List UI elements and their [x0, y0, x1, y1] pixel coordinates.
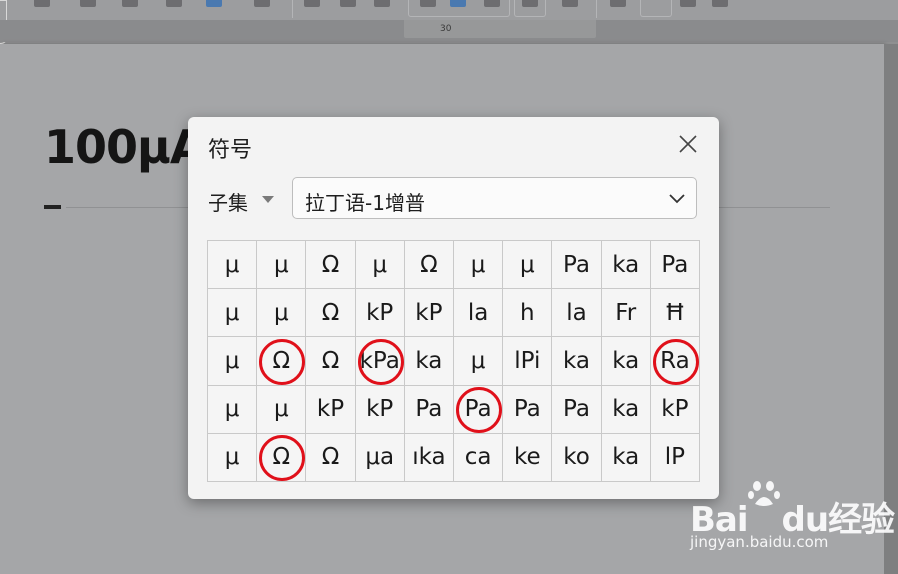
symbol-cell[interactable]: ka: [601, 433, 650, 481]
toolbar-separator: [596, 0, 597, 18]
pen-icon[interactable]: [522, 0, 538, 7]
symbol-cell[interactable]: ke: [503, 433, 552, 481]
symbol-cell[interactable]: lP: [650, 433, 699, 481]
symbol-cell[interactable]: μ: [208, 337, 257, 385]
dialog-title: 符号: [208, 138, 253, 163]
toolbar-icon[interactable]: [374, 0, 390, 7]
symbol-cell[interactable]: ka: [404, 337, 453, 385]
symbol-cell[interactable]: ka: [552, 337, 601, 385]
symbol-cell[interactable]: μ: [454, 241, 503, 289]
subset-label: 子集: [208, 191, 248, 215]
symbol-cell[interactable]: kP: [650, 385, 699, 433]
symbol-cell[interactable]: μa: [355, 433, 404, 481]
symbol-cell[interactable]: ka: [601, 337, 650, 385]
symbol-cell[interactable]: Ω: [306, 241, 355, 289]
toolbar-icon[interactable]: [610, 0, 626, 7]
symbol-cell[interactable]: μ: [257, 289, 306, 337]
symbol-cell[interactable]: μ: [208, 241, 257, 289]
symbol-cell[interactable]: Fr: [601, 289, 650, 337]
globe-icon[interactable]: [450, 0, 466, 7]
symbol-cell[interactable]: Pa: [404, 385, 453, 433]
document-heading: 100μA: [44, 120, 205, 174]
symbol-cell[interactable]: Pa: [552, 385, 601, 433]
symbol-cell-highlighted[interactable]: Pa: [454, 385, 503, 434]
symbol-grid: μ μ Ωμ Ωμ μ Pa ka Pa μ μ ΩkP kP la h la Fr Ħμ Ω ΩkPa ka μ lPi…: [207, 240, 700, 482]
toolbar-icon[interactable]: [166, 0, 182, 7]
symbol-cell-highlighted[interactable]: Ω: [257, 433, 306, 482]
symbol-cell[interactable]: μ: [208, 433, 257, 481]
toolbar-box: [640, 0, 672, 17]
symbol-cell[interactable]: μ: [454, 337, 503, 385]
symbol-dialog: 符号 子集 拉丁语-1增普 μ μ Ωμ Ωμ μ Pa ka Pa μ μ ΩkP kP la h la F…: [188, 117, 719, 499]
symbol-cell[interactable]: Pa: [503, 385, 552, 433]
symbol-cell[interactable]: lPi: [503, 337, 552, 385]
caret-down-icon[interactable]: [262, 196, 274, 203]
arrow-left-icon[interactable]: [420, 0, 436, 7]
symbol-cell[interactable]: Ω: [306, 337, 355, 385]
symbol-cell[interactable]: kP: [355, 289, 404, 337]
toolbar-icon[interactable]: [122, 0, 138, 7]
ruler-number: 30: [440, 24, 452, 34]
toolbar-icon[interactable]: [680, 0, 696, 7]
toolbar-icon[interactable]: [254, 0, 270, 7]
symbol-cell-highlighted[interactable]: Ω: [257, 337, 306, 386]
text-cursor: [44, 205, 61, 209]
toolbar-separator: [292, 0, 293, 18]
symbol-cell[interactable]: μ: [257, 385, 306, 433]
symbol-cell[interactable]: ka: [601, 385, 650, 433]
symbol-cell[interactable]: kP: [306, 385, 355, 433]
close-icon[interactable]: [677, 133, 699, 155]
toolbar-icon[interactable]: [34, 0, 50, 7]
symbol-cell[interactable]: kP: [404, 289, 453, 337]
close-icon[interactable]: [712, 0, 728, 7]
subset-dropdown[interactable]: 拉丁语-1增普: [292, 177, 697, 219]
symbol-cell[interactable]: Ω: [404, 241, 453, 289]
symbol-cell[interactable]: la: [552, 289, 601, 337]
toolbar-icon[interactable]: [304, 0, 320, 7]
symbol-cell[interactable]: Ħ: [650, 289, 699, 337]
symbol-cell[interactable]: ıka: [404, 433, 453, 481]
toolbar-icon[interactable]: [206, 0, 222, 7]
symbol-cell[interactable]: kP: [355, 385, 404, 433]
symbol-cell-highlighted[interactable]: kPa: [355, 337, 404, 386]
watermark-service: 经验: [828, 500, 895, 540]
symbol-cell[interactable]: ca: [454, 433, 503, 481]
symbol-cell[interactable]: la: [454, 289, 503, 337]
symbol-cell[interactable]: μ: [355, 241, 404, 289]
symbol-cell[interactable]: μ: [503, 241, 552, 289]
symbol-cell[interactable]: Ω: [306, 289, 355, 337]
symbol-cell[interactable]: ka: [601, 241, 650, 289]
toolbar: [0, 0, 898, 44]
symbol-cell[interactable]: μ: [208, 385, 257, 433]
toolbar-icon[interactable]: [80, 0, 96, 7]
chevron-down-icon: [669, 194, 685, 204]
symbol-cell-highlighted[interactable]: Ra: [650, 337, 700, 386]
arrow-right-icon[interactable]: [484, 0, 500, 7]
symbol-cell[interactable]: ko: [552, 433, 601, 481]
symbol-cell[interactable]: μ: [257, 241, 306, 289]
subset-value: 拉丁语-1增普: [305, 191, 425, 215]
toolbar-icon[interactable]: [562, 0, 578, 7]
symbol-cell[interactable]: Ω: [306, 433, 355, 481]
toolbar-icon[interactable]: [340, 0, 356, 7]
symbol-cell[interactable]: h: [503, 289, 552, 337]
symbol-cell[interactable]: μ: [208, 289, 257, 337]
watermark-url: jingyan.baidu.com: [690, 533, 829, 551]
symbol-cell[interactable]: Pa: [552, 241, 601, 289]
ruler-marker: [404, 20, 596, 38]
symbol-cell[interactable]: Pa: [650, 241, 699, 289]
